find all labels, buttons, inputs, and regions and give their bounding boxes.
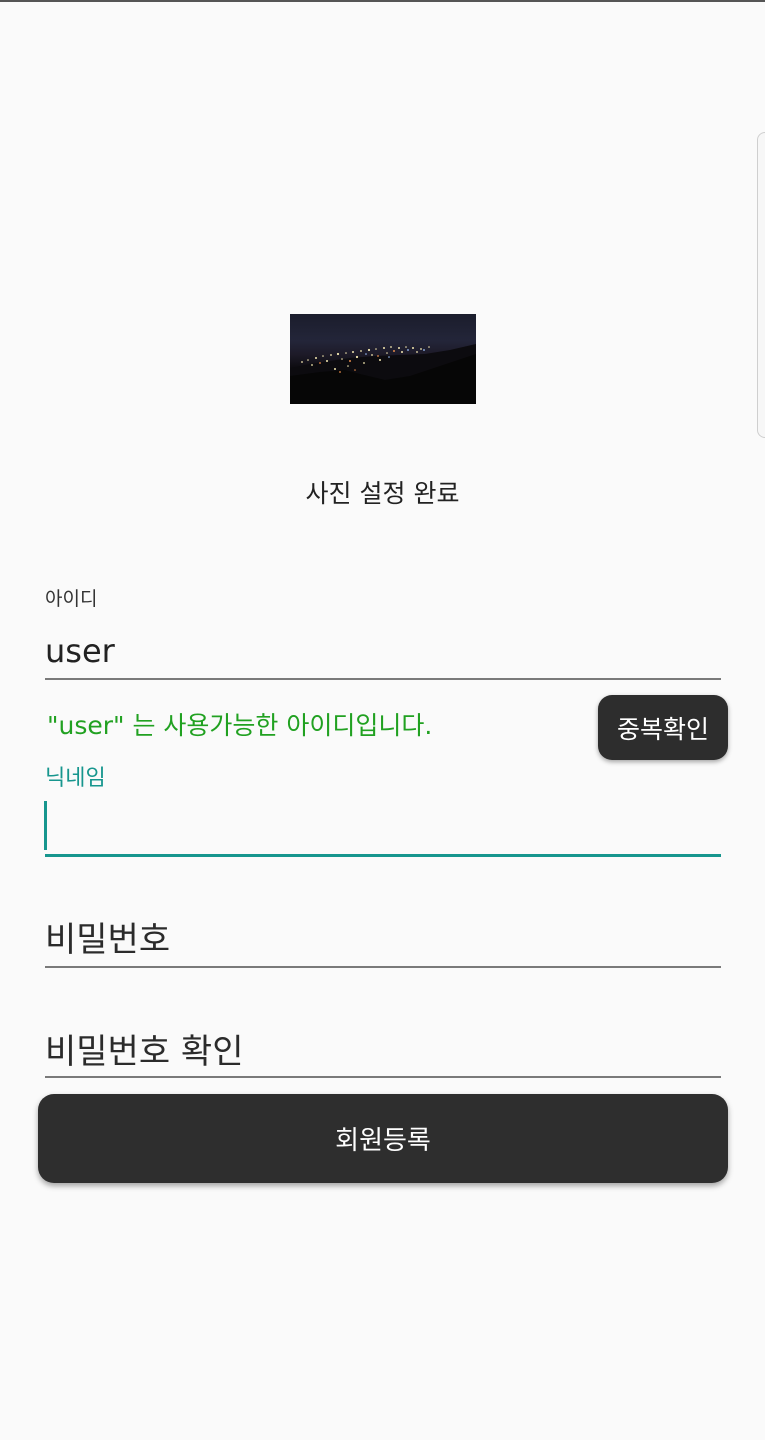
password-input[interactable]: 비밀번호 bbox=[45, 912, 170, 961]
profile-photo[interactable] bbox=[290, 314, 476, 404]
id-input-underline bbox=[45, 678, 721, 680]
password-input-underline bbox=[45, 966, 721, 968]
register-button[interactable]: 회원등록 bbox=[38, 1094, 728, 1183]
id-input[interactable]: user bbox=[45, 632, 115, 670]
text-cursor bbox=[44, 801, 47, 850]
status-bar-edge bbox=[0, 0, 765, 2]
photo-status-text: 사진 설정 완료 bbox=[305, 479, 460, 508]
nickname-input-underline bbox=[45, 854, 721, 857]
edge-panel-handle[interactable] bbox=[757, 132, 765, 438]
password-confirm-input[interactable]: 비밀번호 확인 bbox=[45, 1024, 244, 1073]
night-city-image bbox=[290, 344, 476, 404]
password-confirm-underline bbox=[45, 1076, 721, 1078]
nickname-input[interactable] bbox=[45, 796, 721, 854]
signup-screen: 사진 설정 완료 아이디 user "user" 는 사용가능한 아이디입니다.… bbox=[0, 0, 765, 1440]
id-availability-message: "user" 는 사용가능한 아이디입니다. bbox=[47, 711, 433, 740]
nickname-label: 닉네임 bbox=[45, 766, 106, 791]
duplicate-check-button[interactable]: 중복확인 bbox=[598, 695, 728, 760]
id-label: 아이디 bbox=[45, 588, 98, 610]
